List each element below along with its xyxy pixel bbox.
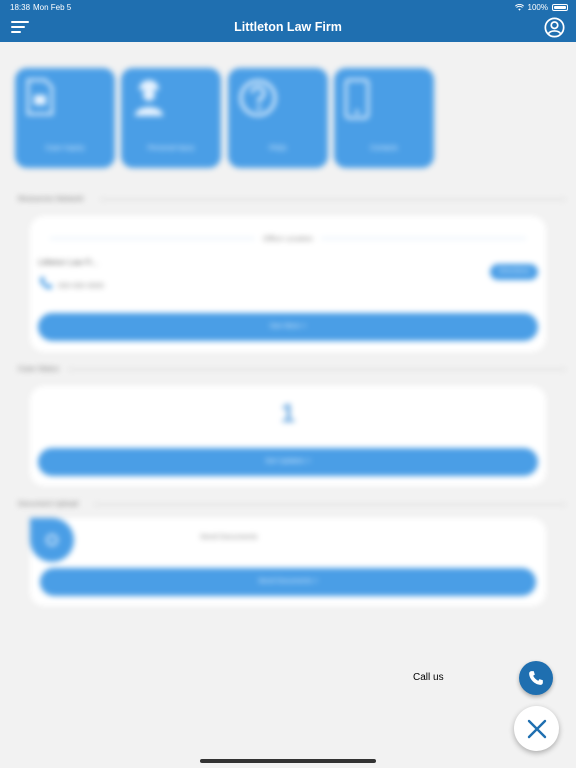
- call-button[interactable]: [519, 661, 553, 695]
- case-count: 1: [280, 398, 296, 428]
- tile-faqs[interactable]: FAQs: [228, 68, 328, 168]
- office-name: Littleton Law Fi...: [38, 258, 99, 267]
- tile-label: Personal Injury: [147, 145, 195, 152]
- section-divider: [100, 199, 566, 200]
- section-title-document-upload: Document Upload: [18, 499, 79, 508]
- section-divider: [94, 504, 566, 505]
- attachment-icon: [46, 534, 58, 546]
- tile-label: Contacts: [370, 145, 398, 152]
- battery-percent: 100%: [527, 3, 548, 12]
- question-icon: [239, 79, 277, 117]
- office-phone[interactable]: 000 000 0000: [58, 281, 104, 290]
- section-title-case-status: Case Status: [18, 364, 59, 373]
- status-time: 18:38: [10, 3, 31, 12]
- user-profile-icon[interactable]: [544, 17, 565, 38]
- wifi-icon: [514, 4, 524, 11]
- home-indicator: [200, 759, 376, 763]
- worker-icon: [135, 80, 163, 116]
- phone-device-icon: [344, 78, 370, 120]
- battery-icon: [552, 4, 568, 11]
- page-title: Littleton Law Firm: [234, 20, 342, 34]
- case-status-card: 1 Get Updates >: [30, 386, 546, 486]
- document-icon: [26, 78, 54, 116]
- tile-label: FAQs: [269, 145, 287, 152]
- close-icon: [527, 719, 546, 738]
- navigation-bar: 18:38 Mon Feb 5 100% Littleton Law Firm: [0, 0, 576, 42]
- close-button[interactable]: [514, 706, 559, 751]
- upload-badge: [30, 518, 74, 562]
- get-updates-button[interactable]: Get Updates >: [38, 448, 538, 476]
- resources-card: Office Location Littleton Law Fi... 000 …: [30, 216, 546, 352]
- status-date: Mon Feb 5: [33, 3, 72, 12]
- directions-button[interactable]: Directions: [490, 264, 538, 280]
- section-divider: [68, 369, 566, 370]
- send-documents-button[interactable]: Send Documents >: [40, 568, 536, 596]
- phone-icon: [40, 277, 52, 289]
- tile-personal-injury[interactable]: Personal Injury: [121, 68, 221, 168]
- office-location-label: Office Location: [255, 234, 321, 243]
- call-us-label[interactable]: Call us: [413, 672, 444, 683]
- send-documents-heading: Send Documents: [200, 532, 258, 541]
- tile-contacts[interactable]: Contacts: [334, 68, 434, 168]
- see-more-button[interactable]: See More >: [38, 313, 538, 341]
- status-right: 100%: [514, 3, 568, 12]
- document-upload-card: Send Documents Send Documents >: [30, 518, 546, 606]
- phone-icon: [529, 671, 543, 685]
- tile-label: Case Inquiry: [45, 145, 85, 152]
- main-content: Case Inquiry Personal Injury FAQs Contac…: [0, 42, 576, 768]
- section-title-resources: Resources Network: [18, 194, 84, 203]
- tile-case-inquiry[interactable]: Case Inquiry: [15, 68, 115, 168]
